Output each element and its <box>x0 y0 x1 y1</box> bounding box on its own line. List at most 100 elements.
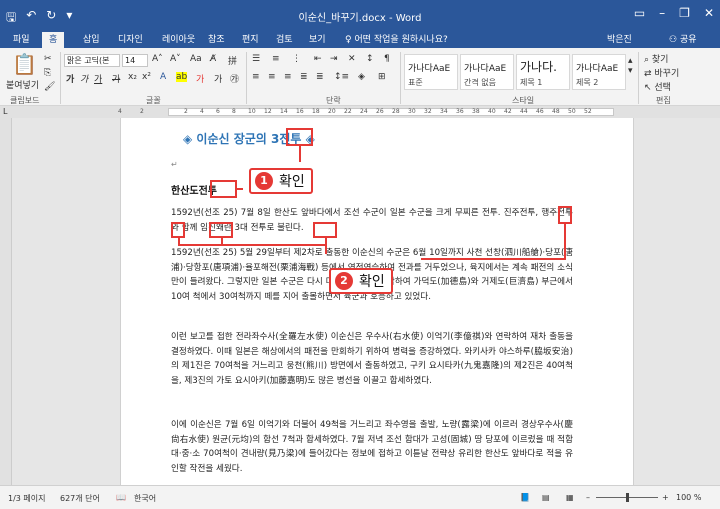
decrease-indent-icon[interactable]: ⇤ <box>314 54 322 64</box>
search-icon: ⌕ <box>644 55 652 65</box>
clipboard-group-label: 클립보드 <box>10 96 40 105</box>
highlight-icon[interactable]: ab <box>176 72 188 82</box>
phonetic-guide-icon[interactable]: 拼 <box>228 54 237 67</box>
paragraph-group-label: 단락 <box>326 96 341 105</box>
increase-indent-icon[interactable]: ⇥ <box>330 54 338 64</box>
highlight-box <box>558 206 572 224</box>
callout-2: 2 확인 <box>329 268 393 294</box>
paste-icon[interactable]: 📋 <box>12 52 37 76</box>
distribute-icon[interactable]: ≣ <box>316 72 324 82</box>
tab-selector-icon[interactable]: L <box>3 107 7 116</box>
numbering-icon[interactable]: ≡ <box>272 54 280 64</box>
format-painter-icon[interactable]: 🖌 <box>44 82 55 92</box>
copy-icon[interactable]: ⎘ <box>44 68 51 78</box>
clear-format-icon[interactable]: A̸ <box>210 54 216 64</box>
connector-line <box>564 224 566 260</box>
separator <box>60 52 61 104</box>
select-button[interactable]: ↖ 선택 <box>644 80 671 93</box>
window-title: 이순신_바꾸기.docx - Word <box>298 13 422 24</box>
restore-icon[interactable]: ❐ <box>679 6 690 20</box>
bold-icon[interactable]: 가 <box>66 72 74 85</box>
close-icon[interactable]: ✕ <box>704 6 714 20</box>
minimize-icon[interactable]: – <box>659 6 665 20</box>
style-heading-2[interactable]: 가나다AaE 제목 2 <box>572 54 626 90</box>
zoom-thumb[interactable] <box>626 493 629 502</box>
replace-icon: ⇄ <box>644 69 655 79</box>
tab-design[interactable]: 디자인 <box>111 32 150 48</box>
find-button[interactable]: ⌕ 찾기 <box>644 52 668 65</box>
font-size-combo[interactable]: 14 <box>122 54 148 67</box>
strikethrough-icon[interactable]: 가 <box>112 72 120 85</box>
zoom-out-icon[interactable]: – <box>586 493 590 502</box>
grow-font-icon[interactable]: A˄ <box>152 54 163 64</box>
connector-line <box>299 146 301 162</box>
cursor-icon: ↖ <box>644 83 655 93</box>
cut-icon[interactable]: ✂ <box>44 54 52 64</box>
ribbon-home: 📋 붙여넣기 ✂ ⎘ 🖌 클립보드 맑은 고딕(본 14 A˄ A˅ Aa A̸… <box>0 48 720 106</box>
tell-me-box[interactable]: ♀ 어떤 작업을 원하시나요? <box>338 32 455 48</box>
style-no-spacing[interactable]: 가나다AaE 간격 없음 <box>460 54 514 90</box>
page-count[interactable]: 1/3 페이지 <box>8 493 46 504</box>
line-spacing-icon[interactable]: ↕≡ <box>334 72 349 82</box>
sort-icon[interactable]: ↕ <box>366 54 374 64</box>
connector-line <box>421 258 566 260</box>
paragraph-mark: ↵ <box>171 160 178 169</box>
web-layout-icon[interactable]: ▦ <box>566 493 574 502</box>
align-center-icon[interactable]: ≡ <box>268 72 276 82</box>
char-shading-icon[interactable]: 가 <box>214 72 222 85</box>
align-left-icon[interactable]: ≡ <box>252 72 260 82</box>
title-bar: 🖫 ↶ ↻ ▾ 이순신_바꾸기.docx - Word ▭ – ❐ ✕ <box>0 0 720 32</box>
word-count[interactable]: 627개 단어 <box>60 493 100 504</box>
bullets-icon[interactable]: ☰ <box>252 54 260 64</box>
multilevel-icon[interactable]: ⋮ <box>292 54 301 64</box>
font-color-icon[interactable]: 가 <box>196 72 204 85</box>
justify-icon[interactable]: ≣ <box>300 72 308 82</box>
enclose-char-icon[interactable]: ㉮ <box>230 72 239 85</box>
tab-layout[interactable]: 레이아웃 <box>155 32 202 48</box>
styles-scroll-icon[interactable]: ▴ ▾ <box>628 56 633 76</box>
connector-line <box>178 244 326 246</box>
ribbon-options-icon[interactable]: ▭ <box>634 6 645 20</box>
tab-insert[interactable]: 삽입 <box>76 32 107 48</box>
style-normal[interactable]: 가나다AaE 표준 <box>404 54 458 90</box>
styles-group-label: 스타일 <box>512 96 535 105</box>
style-heading-1[interactable]: 가나다. 제목 1 <box>516 54 570 90</box>
asian-layout-icon[interactable]: ✕ <box>348 54 356 64</box>
align-right-icon[interactable]: ≡ <box>284 72 292 82</box>
font-name-combo[interactable]: 맑은 고딕(본 <box>64 54 120 67</box>
paste-button[interactable]: 붙여넣기 <box>6 78 39 91</box>
shrink-font-icon[interactable]: A˅ <box>170 54 181 64</box>
paragraph-3: 이런 보고를 접한 전라좌수사(全羅左水使) 이순신은 우수사(右水使) 이억기… <box>171 332 573 386</box>
tab-mailings[interactable]: 편지 <box>235 32 266 48</box>
print-layout-icon[interactable]: ▤ <box>542 493 550 502</box>
tab-home[interactable]: 홈 <box>42 32 65 48</box>
separator <box>400 52 401 104</box>
document-canvas[interactable]: ◈ 이순신 장군의 3전투 ◈ ↵ 한산도전투 1592년(선조 25) 7월 … <box>12 118 720 485</box>
share-button[interactable]: ⚇ 공유 <box>662 32 704 48</box>
italic-icon[interactable]: 가 <box>80 72 88 85</box>
text-effects-icon[interactable]: A <box>160 72 166 82</box>
change-case-icon[interactable]: Aa <box>190 54 202 64</box>
status-bar: 1/3 페이지 627개 단어 📖 한국어 📘 ▤ ▦ – + 100 % <box>0 485 720 509</box>
tab-file[interactable]: 파일 <box>6 32 37 48</box>
show-marks-icon[interactable]: ¶ <box>384 54 390 64</box>
tab-review[interactable]: 검토 <box>269 32 300 48</box>
zoom-level[interactable]: 100 % <box>676 493 701 502</box>
proofing-icon[interactable]: 📖 <box>116 493 126 502</box>
superscript-icon[interactable]: x² <box>142 72 151 82</box>
tab-view[interactable]: 보기 <box>302 32 333 48</box>
tab-references[interactable]: 참조 <box>201 32 232 48</box>
shading-icon[interactable]: ◈ <box>358 72 365 82</box>
connector-line <box>237 188 243 190</box>
user-name[interactable]: 박은진 <box>600 32 639 48</box>
zoom-in-icon[interactable]: + <box>662 493 669 502</box>
document-page[interactable]: ◈ 이순신 장군의 3전투 ◈ ↵ 한산도전투 1592년(선조 25) 7월 … <box>120 118 634 485</box>
read-mode-icon[interactable]: 📘 <box>520 493 530 502</box>
replace-button[interactable]: ⇄ 바꾸기 <box>644 66 679 79</box>
underline-icon[interactable]: 가 <box>94 72 102 85</box>
font-group-label: 글꼴 <box>146 96 161 105</box>
subscript-icon[interactable]: x₂ <box>128 72 137 82</box>
borders-icon[interactable]: ⊞ <box>378 72 386 82</box>
highlight-box <box>209 222 233 238</box>
language[interactable]: 한국어 <box>134 493 156 504</box>
